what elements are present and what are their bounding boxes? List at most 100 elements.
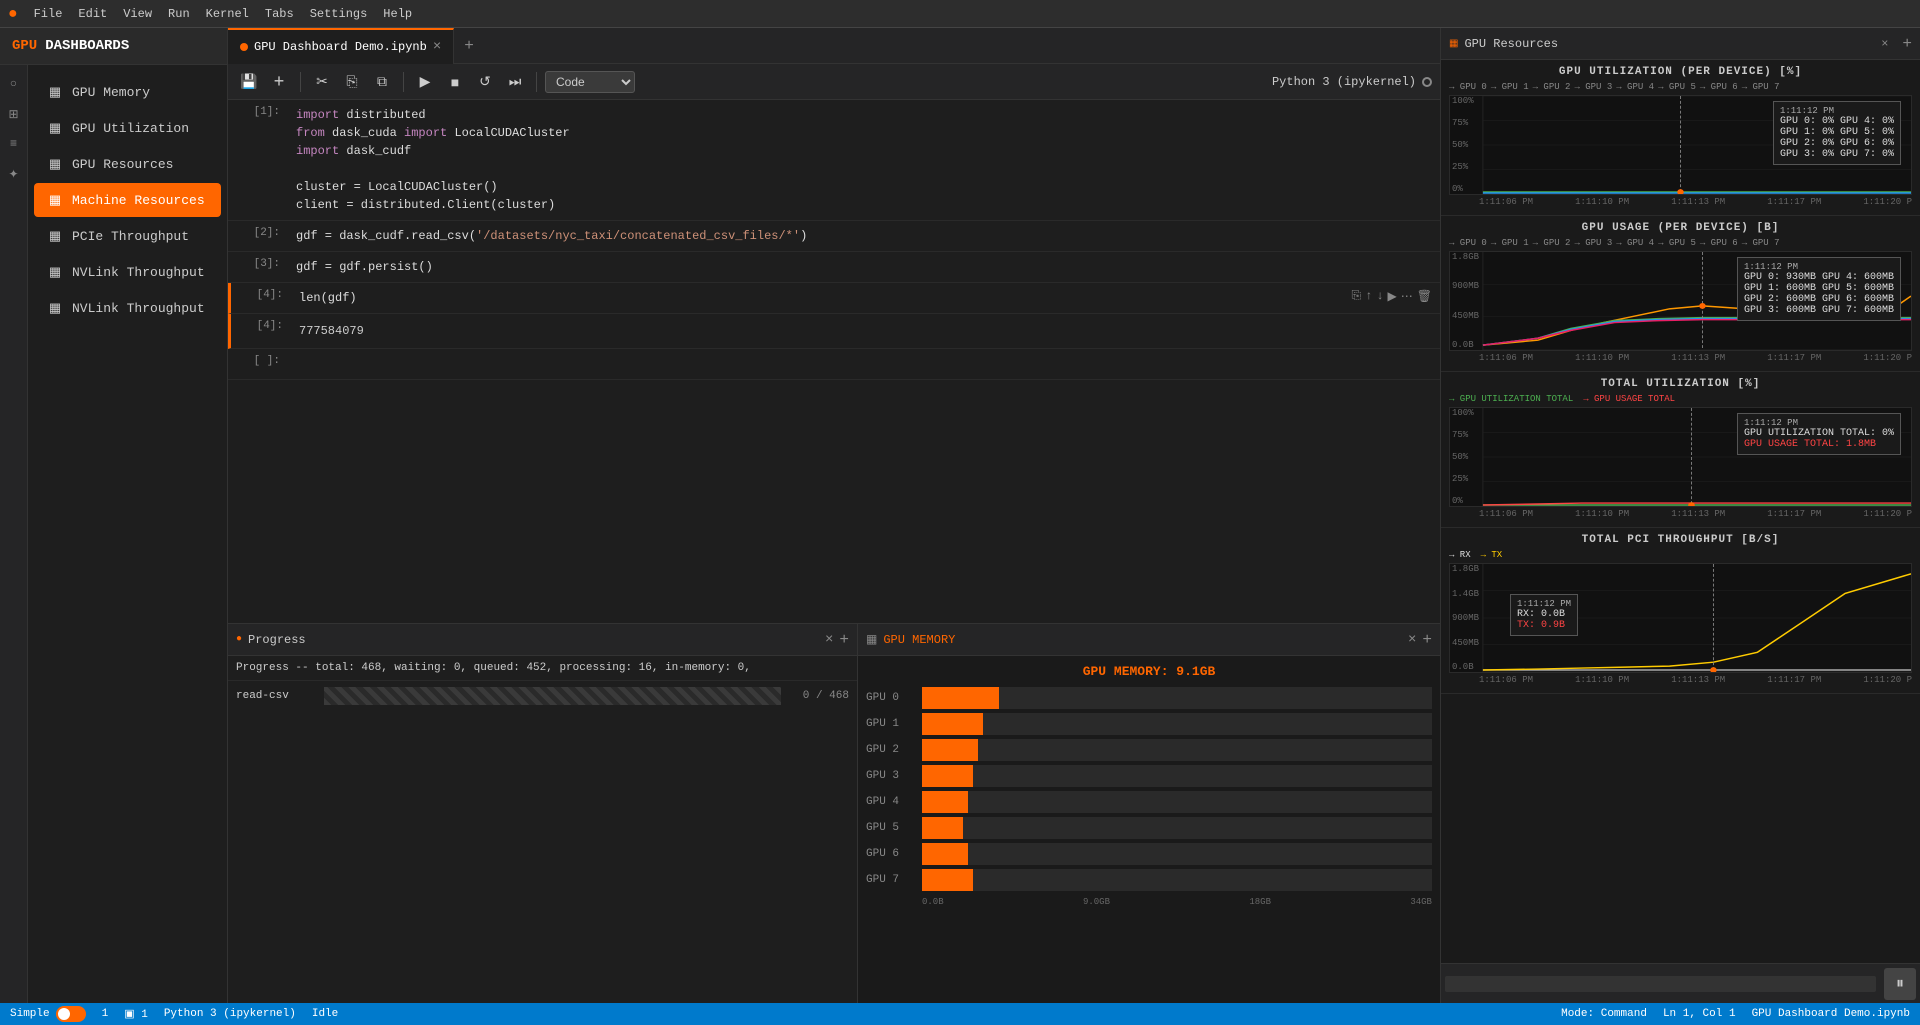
machine-resources-icon: ▦ <box>46 191 64 209</box>
sidebar-icon-circle[interactable]: ○ <box>3 73 25 95</box>
cell-action-more[interactable]: ⋯ <box>1401 289 1413 304</box>
progress-panel: ● Progress × + Progress -- total: 468, w… <box>228 624 858 1003</box>
gpu-memory-panel: ▦ GPU MEMORY × + GPU MEMORY: 9.1GB GPU 0… <box>858 624 1440 1003</box>
cell-3-content[interactable]: gdf = gdf.persist() <box>288 252 1440 282</box>
pause-button[interactable]: ⏸ <box>1884 968 1916 1000</box>
cell-5-code <box>296 355 1432 373</box>
cell-3-label: [3]: <box>228 252 288 282</box>
sidebar-item-gpu-memory[interactable]: ▦ GPU Memory <box>34 75 221 109</box>
simple-toggle-container: Simple <box>10 1006 86 1022</box>
cell-action-copy[interactable]: ⎘ <box>1352 289 1362 304</box>
cell-action-run[interactable]: ▶ <box>1388 289 1397 304</box>
cell-1-content[interactable]: import distributed from dask_cuda import… <box>288 100 1440 220</box>
tab-close-button[interactable]: × <box>433 39 441 55</box>
cell-4-content[interactable]: len(gdf) ⎘ ↑ ↓ ▶ ⋯ 🗑 <box>291 283 1440 313</box>
cell-5-content[interactable] <box>288 349 1440 379</box>
menu-bar: ● File Edit View Run Kernel Tabs Setting… <box>0 0 1920 28</box>
chart-x-labels-usage: 1:11:06 PM1:11:10 PM1:11:13 PM1:11:17 PM… <box>1449 351 1912 365</box>
sidebar-item-nvlink-2[interactable]: ▦ NVLink Throughput <box>34 291 221 325</box>
progress-bar <box>324 687 781 705</box>
stop-button[interactable]: ■ <box>442 69 468 95</box>
kernel-label: Python 3 (ipykernel) <box>1272 75 1416 89</box>
gpu-1-bar <box>922 713 1432 735</box>
sidebar-icon-star[interactable]: ✦ <box>3 163 25 185</box>
menu-settings[interactable]: Settings <box>302 5 376 23</box>
menu-kernel[interactable]: Kernel <box>198 5 257 23</box>
charts-scroll-bar[interactable] <box>1445 976 1876 992</box>
tooltip-val-usage-1: GPU 0: 930MB GPU 4: 600MB <box>1744 272 1894 283</box>
cell-1-code: import distributed from dask_cuda import… <box>296 106 1432 214</box>
notebook-cells: [1]: import distributed from dask_cuda i… <box>228 100 1440 623</box>
cell-4-label: [4]: <box>231 283 291 313</box>
menu-run[interactable]: Run <box>160 5 198 23</box>
sidebar-item-nvlink-2-label: NVLink Throughput <box>72 301 205 316</box>
tooltip-val-util-1: GPU 0: 0% GPU 4: 0% <box>1780 116 1894 127</box>
notebook-tab-main[interactable]: GPU Dashboard Demo.ipynb × <box>228 28 454 64</box>
cell-action-up[interactable]: ↑ <box>1365 289 1372 304</box>
gpu-memory-close-button[interactable]: × <box>1408 632 1416 648</box>
menu-edit[interactable]: Edit <box>70 5 115 23</box>
save-button[interactable]: 💾 <box>236 69 262 95</box>
chart-gpu-utilization: 100%75%50%25%0% <box>1449 95 1912 195</box>
menu-view[interactable]: View <box>115 5 160 23</box>
copy-button[interactable]: ⎘ <box>339 69 365 95</box>
gpu-0-bar <box>922 687 1432 709</box>
restart-run-button[interactable]: ⏭ <box>502 69 528 95</box>
chart-title-gpu-utilization: GPU UTILIZATION (PER DEVICE) [%] <box>1449 66 1912 78</box>
cell-2-label: [2]: <box>228 221 288 251</box>
sidebar-icon-grid[interactable]: ⊞ <box>3 103 25 125</box>
chart-section-total-util: TOTAL UTILIZATION [%] → GPU UTILIZATION … <box>1441 372 1920 528</box>
sidebar-item-machine-resources-label: Machine Resources <box>72 193 205 208</box>
gpu-bar-3: GPU 3 <box>866 765 1432 787</box>
status-right: Mode: Command Ln 1, Col 1 GPU Dashboard … <box>1561 1008 1910 1020</box>
gpu-memory-x-labels: 0.0B 9.0GB 18GB 34GB <box>866 895 1432 909</box>
tooltip-time-usage: 1:11:12 PM <box>1744 262 1894 272</box>
restart-button[interactable]: ↺ <box>472 69 498 95</box>
add-cell-button[interactable]: + <box>266 69 292 95</box>
gpu-4-bar <box>922 791 1432 813</box>
cell-4-output: 777584079 <box>299 320 1432 342</box>
gpu-4-label: GPU 4 <box>866 796 916 808</box>
sidebar-gpu-label: GPU <box>12 38 37 54</box>
sidebar-item-gpu-resources[interactable]: ▦ GPU Resources <box>34 147 221 181</box>
chart-x-labels-total-util: 1:11:06 PM1:11:10 PM1:11:13 PM1:11:17 PM… <box>1449 507 1912 521</box>
paste-button[interactable]: ⧉ <box>369 69 395 95</box>
simple-toggle[interactable] <box>56 1006 86 1022</box>
chart-title-gpu-usage: GPU USAGE (PER DEVICE) [B] <box>1449 222 1912 234</box>
tab-dot <box>240 43 248 51</box>
menu-help[interactable]: Help <box>375 5 420 23</box>
sidebar-item-machine-resources[interactable]: ▦ Machine Resources <box>34 183 221 217</box>
toolbar-separator-2 <box>403 72 404 92</box>
pcie-throughput-icon: ▦ <box>46 227 64 245</box>
sidebar-item-nvlink-1[interactable]: ▦ NVLink Throughput <box>34 255 221 289</box>
gpu-memory-content: GPU MEMORY: 9.1GB GPU 0 GPU 1 GPU 2 <box>858 656 1440 1003</box>
right-panel-close-button[interactable]: × <box>1881 37 1888 51</box>
gpu-1-label: GPU 1 <box>866 718 916 730</box>
progress-close-button[interactable]: × <box>825 632 833 648</box>
cut-button[interactable]: ✂ <box>309 69 335 95</box>
menu-tabs[interactable]: Tabs <box>257 5 302 23</box>
sidebar-item-pcie-throughput[interactable]: ▦ PCIe Throughput <box>34 219 221 253</box>
right-panel-add-button[interactable]: + <box>1902 35 1912 53</box>
cursor-position: Ln 1, Col 1 <box>1663 1008 1736 1020</box>
menu-file[interactable]: File <box>26 5 71 23</box>
charts-area: GPU UTILIZATION (PER DEVICE) [%] → GPU 0… <box>1441 60 1920 963</box>
tab-add-button[interactable]: + <box>454 33 484 59</box>
sidebar-item-gpu-resources-label: GPU Resources <box>72 157 173 172</box>
cell-2-content[interactable]: gdf = dask_cudf.read_csv('/datasets/nyc_… <box>288 221 1440 251</box>
gpu-memory-add-button[interactable]: + <box>1422 631 1432 649</box>
progress-add-button[interactable]: + <box>839 631 849 649</box>
cell-type-select[interactable]: Code Markdown Raw <box>545 71 635 93</box>
cell-3: [3]: gdf = gdf.persist() <box>228 252 1440 283</box>
run-button[interactable]: ▶ <box>412 69 438 95</box>
tooltip-val-util-2: GPU 1: 0% GPU 5: 0% <box>1780 127 1894 138</box>
sidebar-item-gpu-utilization[interactable]: ▦ GPU Utilization <box>34 111 221 145</box>
x-label-3: 34GB <box>1410 897 1432 907</box>
cell-5: [ ]: <box>228 349 1440 380</box>
nvlink-1-icon: ▦ <box>46 263 64 281</box>
cell-action-delete[interactable]: 🗑 <box>1417 289 1432 304</box>
cell-action-down[interactable]: ↓ <box>1376 289 1383 304</box>
sidebar-icon-lines[interactable]: ≡ <box>3 133 25 155</box>
progress-header: ● Progress × + <box>228 624 857 656</box>
gpu-6-label: GPU 6 <box>866 848 916 860</box>
